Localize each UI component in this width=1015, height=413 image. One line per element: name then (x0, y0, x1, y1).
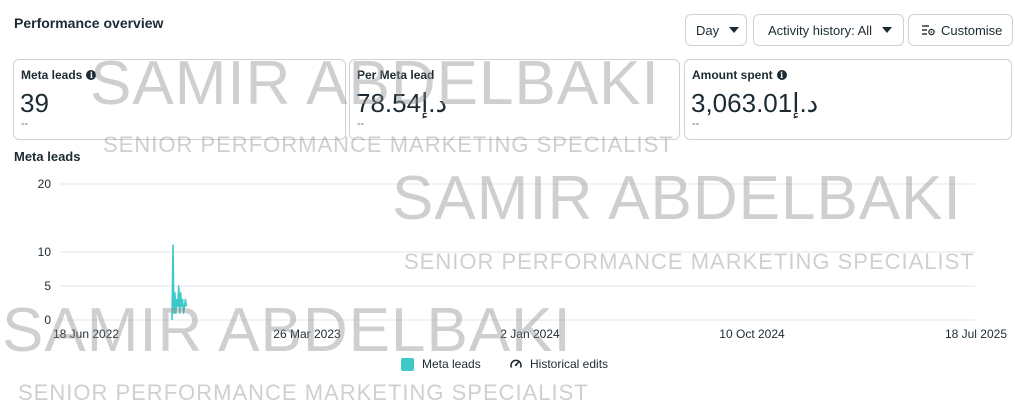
y-tick-label: 10 (38, 245, 52, 259)
day-dropdown[interactable]: Day (685, 14, 747, 46)
customise-label: Customise (941, 22, 1003, 38)
day-dropdown-label: Day (696, 22, 720, 38)
metric-card-per-meta-lead[interactable]: Per Meta lead 78.54د.إ -- (349, 59, 680, 140)
legend-item-meta-leads[interactable]: Meta leads (401, 357, 481, 371)
series-line-meta-leads[interactable] (171, 244, 188, 321)
legend-swatch (401, 357, 414, 371)
watermark-role: SENIOR PERFORMANCE MARKETING SPECIALIST (18, 380, 589, 405)
metric-value: 78.54د.إ (356, 88, 448, 118)
activity-history-label: Activity history: All (768, 22, 873, 38)
customise-button[interactable]: Customise (908, 14, 1013, 46)
x-tick-label: 26 Mar 2023 (273, 327, 341, 340)
historical-edits-icon (510, 359, 522, 368)
y-tick-label: 20 (38, 177, 52, 191)
x-tick-label: 2 Jan 2024 (500, 327, 560, 340)
chevron-down-icon (882, 27, 893, 33)
activity-history-dropdown[interactable]: Activity history: All (753, 14, 904, 46)
metric-label-text: Per Meta lead (357, 68, 435, 82)
metric-label-text: Amount spent (692, 68, 773, 82)
chart-title: Meta leads (14, 149, 81, 164)
metric-comparison: -- (357, 118, 365, 130)
metric-card-meta-leads[interactable]: Meta leads i 39 -- (13, 59, 346, 140)
customise-icon (922, 25, 935, 36)
metric-label: Amount spent i (692, 68, 787, 82)
legend-label: Meta leads (422, 357, 481, 371)
x-tick-label: 18 Jun 2022 (53, 327, 119, 340)
metric-value: 39 (20, 88, 49, 118)
metric-label-text: Meta leads (21, 68, 83, 82)
metric-card-amount-spent[interactable]: Amount spent i 3,063.01د.إ -- (684, 59, 1012, 140)
x-tick-label: 10 Oct 2024 (719, 327, 785, 340)
legend-item-historical-edits[interactable]: Historical edits (509, 357, 608, 371)
metric-value: 3,063.01د.إ (691, 88, 819, 118)
page-title: Performance overview (14, 15, 164, 31)
metric-comparison: -- (21, 118, 29, 130)
chevron-down-icon (729, 27, 740, 33)
metric-label: Per Meta lead (357, 68, 434, 82)
y-tick-label: 0 (44, 313, 51, 327)
x-tick-label: 18 Jul 2025 (945, 327, 1007, 340)
info-icon[interactable]: i (86, 70, 97, 80)
info-icon[interactable]: i (776, 70, 787, 80)
metric-comparison: -- (692, 118, 700, 130)
metric-label: Meta leads i (21, 68, 97, 82)
meta-leads-line-chart: 0 5 10 20 18 Jun 2022 26 Mar 2023 2 Jan 2024 10… (38, 177, 1008, 340)
y-tick-label: 5 (44, 279, 51, 293)
legend-label: Historical edits (530, 357, 609, 371)
